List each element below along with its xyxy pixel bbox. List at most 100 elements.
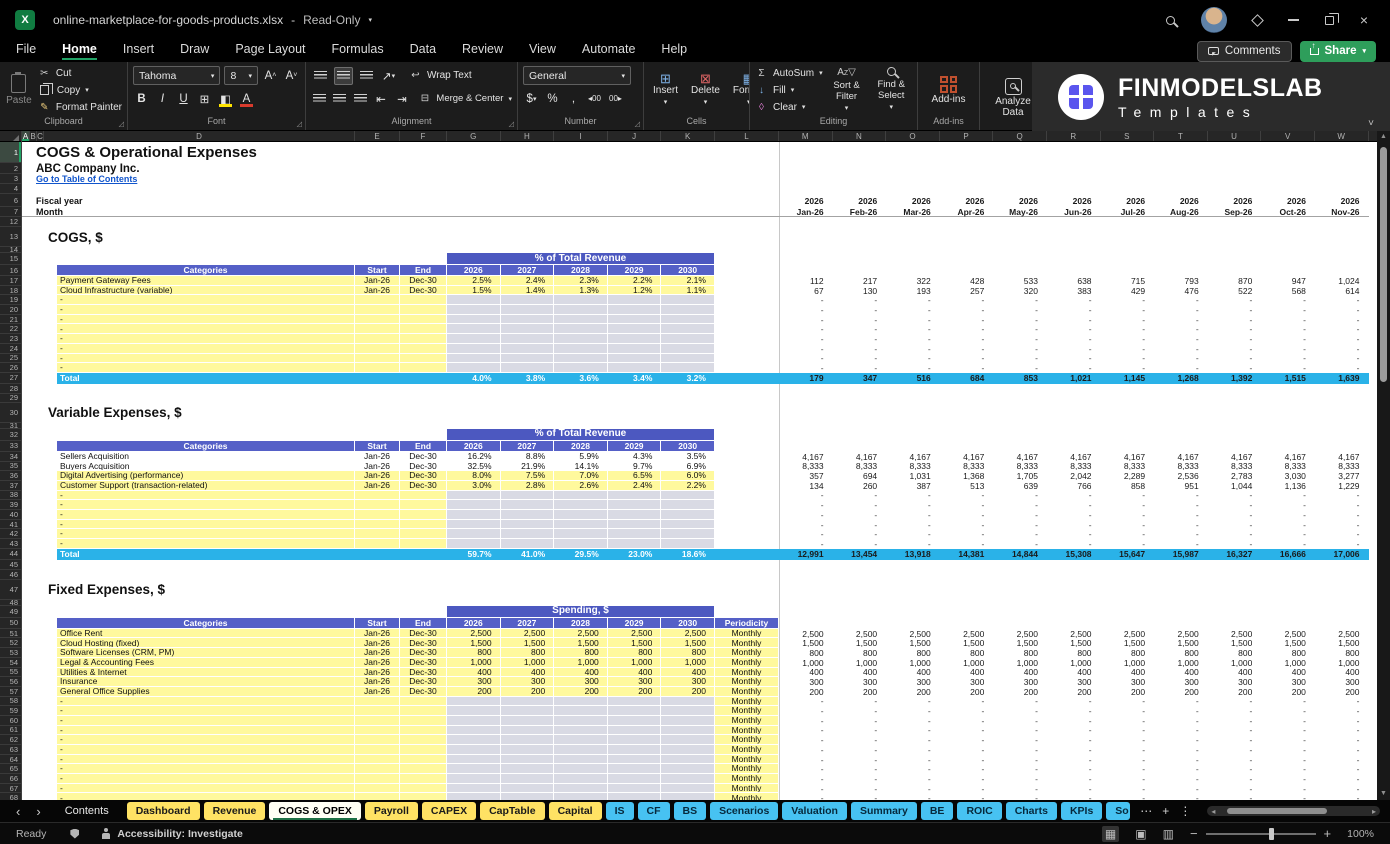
cell[interactable]: - <box>833 510 887 520</box>
cell[interactable]: - <box>993 784 1047 794</box>
cell[interactable]: - <box>1047 491 1101 501</box>
cell[interactable]: 13,454 <box>833 549 887 560</box>
cell[interactable] <box>400 784 447 794</box>
cell[interactable]: - <box>1154 334 1208 344</box>
cell[interactable]: - <box>1208 735 1262 745</box>
cell[interactable]: - <box>886 784 940 794</box>
cell[interactable]: 400 <box>554 668 608 678</box>
cell[interactable]: 8.0% <box>447 471 501 481</box>
section-title[interactable]: COGS, $ <box>22 227 103 247</box>
cell[interactable]: - <box>1315 539 1369 549</box>
cell[interactable] <box>501 706 555 716</box>
cell[interactable]: 8.8% <box>501 452 555 462</box>
cell[interactable]: - <box>779 735 833 745</box>
cell[interactable]: - <box>1154 324 1208 334</box>
cell[interactable]: - <box>940 774 994 784</box>
cell[interactable]: 4,167 <box>940 452 994 462</box>
sheet-tab-revenue[interactable]: Revenue <box>204 802 266 820</box>
cell[interactable]: - <box>1315 491 1369 501</box>
cell[interactable]: 522 <box>1208 286 1262 296</box>
cell[interactable]: 1,031 <box>886 471 940 481</box>
column-header[interactable]: E <box>355 131 400 141</box>
cell[interactable]: Dec-30 <box>400 471 447 481</box>
diamond-icon[interactable] <box>1251 14 1264 27</box>
cell[interactable]: - <box>1101 363 1155 373</box>
cell[interactable]: - <box>1208 697 1262 707</box>
cell[interactable]: Jan-26 <box>355 668 400 678</box>
cell[interactable] <box>608 491 662 501</box>
cell[interactable] <box>355 500 400 510</box>
cell[interactable]: - <box>886 764 940 774</box>
cell[interactable]: 200 <box>608 687 662 697</box>
excel-app-icon[interactable]: X <box>15 10 35 30</box>
cell[interactable]: Payment Gateway Fees <box>57 276 355 286</box>
cell[interactable] <box>400 305 447 315</box>
cell[interactable]: - <box>1261 363 1315 373</box>
cell[interactable]: 1.3% <box>554 286 608 296</box>
cell[interactable]: 428 <box>940 276 994 286</box>
cell[interactable] <box>447 735 501 745</box>
cell[interactable]: 300 <box>1208 677 1262 687</box>
cell[interactable]: - <box>940 510 994 520</box>
cell[interactable]: - <box>886 745 940 755</box>
cell[interactable] <box>355 324 400 334</box>
cell[interactable] <box>501 315 555 325</box>
cell[interactable] <box>661 334 715 344</box>
cell[interactable]: - <box>1208 774 1262 784</box>
cell[interactable] <box>661 716 715 726</box>
cell[interactable]: 2,500 <box>940 629 994 639</box>
cell[interactable]: 200 <box>1101 687 1155 697</box>
cell[interactable] <box>608 716 662 726</box>
cell[interactable] <box>501 354 555 364</box>
cell[interactable]: - <box>57 305 355 315</box>
column-header[interactable]: L <box>715 131 779 141</box>
cell[interactable]: 2.4% <box>608 481 662 491</box>
cell[interactable] <box>400 716 447 726</box>
cell[interactable]: 8,333 <box>940 462 994 472</box>
cell[interactable]: 2,500 <box>1101 629 1155 639</box>
cell[interactable]: Utilities & Internet <box>57 668 355 678</box>
cell[interactable]: Monthly <box>715 677 779 687</box>
cell[interactable]: - <box>833 324 887 334</box>
cell[interactable]: - <box>1101 697 1155 707</box>
cell[interactable]: - <box>1208 529 1262 539</box>
cell[interactable]: - <box>833 295 887 305</box>
increase-font-icon[interactable]: A˄ <box>262 67 279 84</box>
cell[interactable]: - <box>1315 363 1369 373</box>
cell[interactable]: 3.0% <box>447 481 501 491</box>
cell[interactable] <box>554 315 608 325</box>
cell[interactable]: 200 <box>779 687 833 697</box>
cell[interactable]: - <box>1047 510 1101 520</box>
cell[interactable]: Monthly <box>715 745 779 755</box>
cell[interactable] <box>608 344 662 354</box>
cell[interactable]: - <box>1154 735 1208 745</box>
cell[interactable]: Monthly <box>715 706 779 716</box>
cell[interactable]: 300 <box>779 677 833 687</box>
cell[interactable]: 200 <box>1154 687 1208 697</box>
cell[interactable]: 4,167 <box>1154 452 1208 462</box>
cell[interactable]: - <box>1315 764 1369 774</box>
cell[interactable] <box>661 500 715 510</box>
cell[interactable]: - <box>1154 520 1208 530</box>
avatar[interactable] <box>1201 7 1227 33</box>
cell[interactable] <box>400 697 447 707</box>
cell[interactable]: - <box>833 706 887 716</box>
cell[interactable]: - <box>1208 500 1262 510</box>
cell[interactable]: 322 <box>886 276 940 286</box>
sheet-tab-kpis[interactable]: KPIs <box>1061 802 1102 820</box>
bold-button[interactable]: B <box>133 90 150 107</box>
cell[interactable]: 614 <box>1315 286 1369 296</box>
cell[interactable]: - <box>1047 295 1101 305</box>
scroll-down-icon[interactable]: ▼ <box>1380 788 1387 800</box>
cell[interactable]: 400 <box>1047 668 1101 678</box>
align-middle-icon[interactable] <box>334 67 353 85</box>
cell[interactable] <box>661 491 715 501</box>
row-header[interactable]: 26 <box>0 363 21 373</box>
cell[interactable]: 2026 <box>993 194 1047 207</box>
cell[interactable]: - <box>1101 706 1155 716</box>
cell[interactable]: - <box>1261 334 1315 344</box>
cell[interactable]: 2,500 <box>501 629 555 639</box>
cell[interactable] <box>661 344 715 354</box>
column-header[interactable]: H <box>501 131 555 141</box>
cell[interactable]: - <box>1208 755 1262 765</box>
